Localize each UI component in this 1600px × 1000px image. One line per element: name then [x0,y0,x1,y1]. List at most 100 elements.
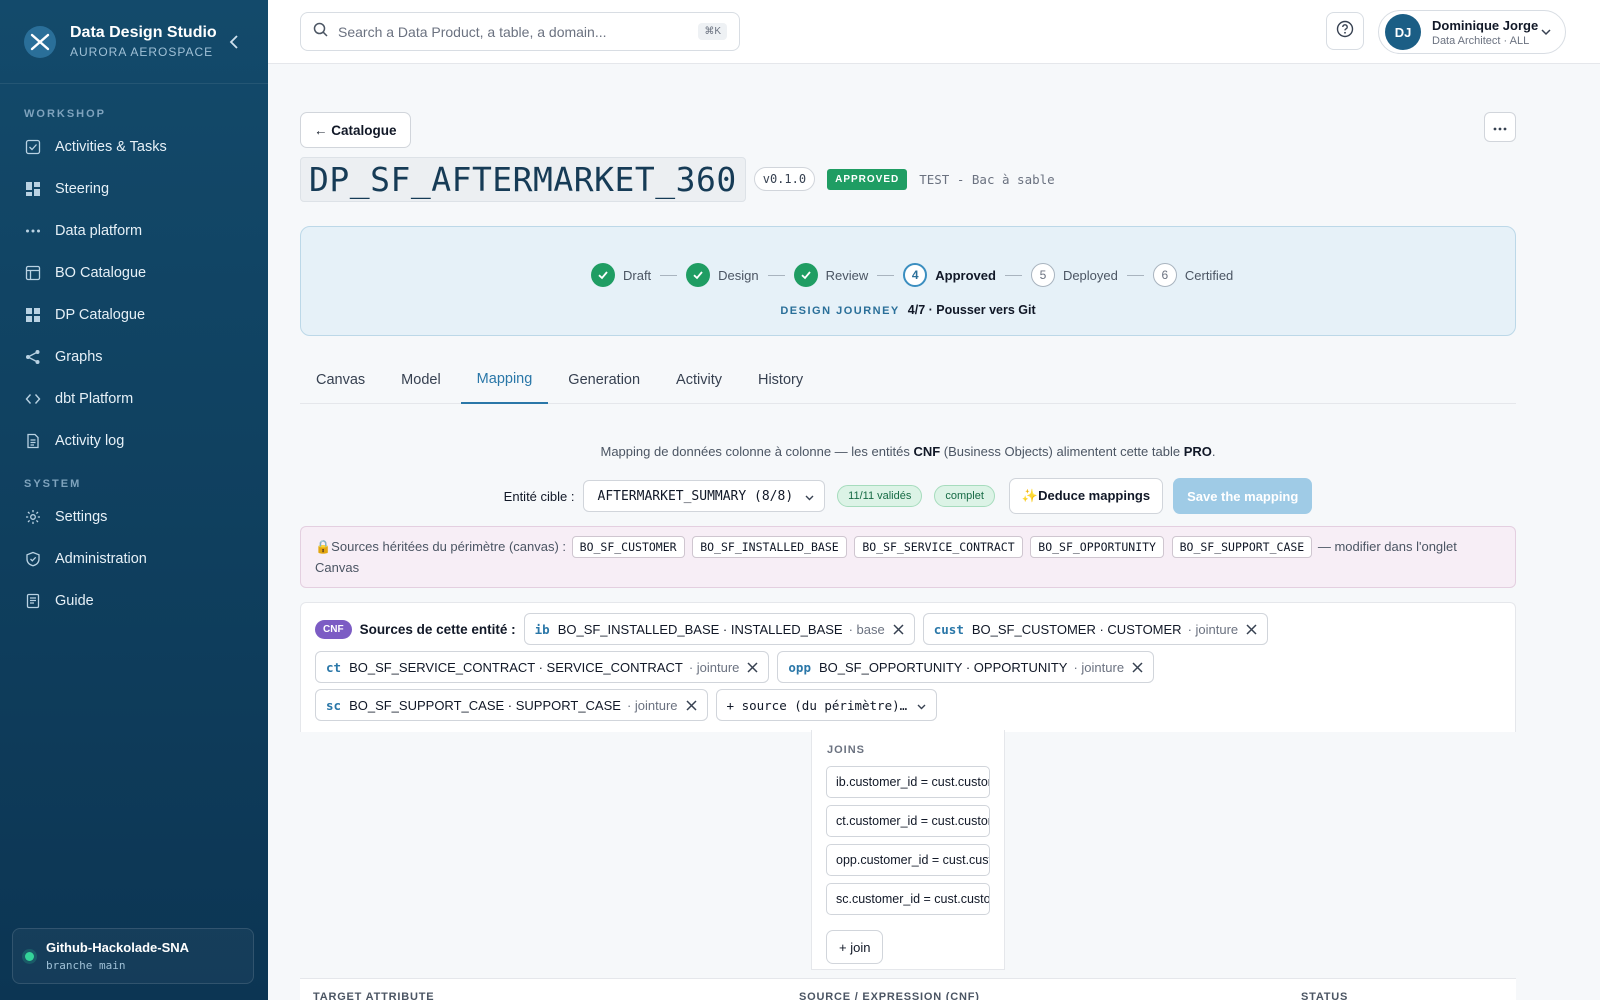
join-input[interactable]: opp.customer_id = cust.customer_id [826,844,990,876]
target-entity-select[interactable]: AFTERMARKET_SUMMARY (8/8) [582,480,826,512]
joins-panel: JOINS + join ib.customer_id = cust.custo… [811,730,1005,970]
shield-icon [24,550,42,568]
help-button[interactable] [1326,12,1364,50]
sidebar-item-label: dbt Platform [55,391,134,407]
share-icon [24,348,42,366]
tab-generation[interactable]: Generation [552,356,656,404]
source-chip-cust[interactable]: cust BO_SF_CUSTOMER · CUSTOMER · jointure [922,613,1269,645]
user-menu[interactable]: DJ Dominique Jorge Data Architect · ALL [1378,10,1566,54]
join-input[interactable]: ct.customer_id = cust.customer_id [826,805,990,837]
desc-cnf: CNF [913,444,941,459]
sidebar-item-label: BO Catalogue [55,265,147,281]
main-content: ← Catalogue DP_SF_AFTERMARKET_360 v0.1.0… [300,64,1516,1000]
sidebar-item-label: Administration [55,551,147,567]
sidebar-item-data-platform[interactable]: Data platform [0,210,268,252]
search-icon [313,22,328,42]
avatar: DJ [1385,14,1421,50]
more-icon [1493,118,1507,136]
sidebar-item-label: Guide [55,593,94,609]
journey-step-deployed: 5 Deployed [1030,263,1118,287]
search-placeholder: Search a Data Product, a table, a domain… [338,23,607,40]
add-source-select[interactable]: + source (du périmètre)… [715,689,938,721]
tab-model[interactable]: Model [385,356,457,404]
tab-history[interactable]: History [742,356,819,404]
journey-step-certified: 6 Certified [1152,263,1234,287]
sidebar-item-graphs[interactable]: Graphs [0,336,268,378]
remove-source-close-icon[interactable] [893,623,904,635]
step-label: Draft [623,267,652,283]
source-chip-opp[interactable]: opp BO_SF_OPPORTUNITY · OPPORTUNITY · join… [777,651,1155,683]
tab-canvas[interactable]: Canvas [300,356,381,404]
brand: Data Design Studio AURORA AEROSPACE [0,0,268,84]
remove-source-close-icon[interactable] [686,699,697,711]
source-relation: · jointure [626,697,678,713]
brand-logo-icon [24,25,56,58]
save-mapping-button[interactable]: Save the mapping [1173,478,1313,514]
sidebar-item-guide[interactable]: Guide [0,580,268,622]
source-name: BO_SF_SUPPORT_CASE · SUPPORT_CASE [349,697,621,713]
source-relation: · jointure [688,659,740,675]
sidebar-item-dp-catalogue[interactable]: DP Catalogue [0,294,268,336]
remove-source-close-icon[interactable] [747,661,758,673]
inherited-source-chip: BO_SF_OPPORTUNITY [1030,536,1164,558]
target-entity-row: Entité cible : AFTERMARKET_SUMMARY (8/8)… [300,478,1516,514]
chevron-down-icon [805,489,814,504]
search-shortcut: ⌘K [698,23,727,40]
sidebar-item-bo-catalogue[interactable]: BO Catalogue [0,252,268,294]
join-input[interactable]: ib.customer_id = cust.customer_id [826,766,990,798]
source-chip-ib[interactable]: ib BO_SF_INSTALLED_BASE · INSTALLED_BASE ·… [523,613,915,645]
search-input[interactable]: Search a Data Product, a table, a domain… [300,12,740,51]
sidebar-item-steering[interactable]: Steering [0,168,268,210]
step-label: Deployed [1062,267,1118,283]
sidebar-item-label: Activities & Tasks [55,139,167,155]
journey-step-draft: Draft [591,263,651,287]
source-relation: · jointure [1187,621,1239,637]
repo-name: Github-Hackolade-SNA [46,940,190,955]
source-name: BO_SF_OPPORTUNITY · OPPORTUNITY [818,659,1068,675]
step-label: Approved [935,267,996,283]
source-name: BO_SF_INSTALLED_BASE · INSTALLED_BASE [557,621,843,637]
tab-activity[interactable]: Activity [660,356,738,404]
step-label: Certified [1184,267,1234,283]
step-connector [1004,274,1022,276]
journey-step-approved: 4 Approved [903,263,996,287]
sidebar-nav: WORKSHOP Activities & Tasks Steering Data p… [0,108,268,622]
inherited-source-chip: BO_SF_INSTALLED_BASE [692,536,847,558]
source-chip-sc[interactable]: sc BO_SF_SUPPORT_CASE · SUPPORT_CASE · joi… [315,689,708,721]
sidebar-item-label: Steering [55,181,110,197]
step-number: 4 [903,263,928,287]
cnf-badge: CNF [315,619,352,639]
step-connector [877,274,895,276]
brand-title: Data Design Studio [70,24,217,41]
join-input[interactable]: sc.customer_id = cust.customer_id [826,883,990,915]
sidebar-item-administration[interactable]: Administration [0,538,268,580]
environment-label: TEST - Bac à sable [919,171,1055,187]
joins-title: JOINS [827,744,866,756]
document-icon [24,432,42,450]
collapse-sidebar-icon[interactable] [224,32,244,52]
source-alias: ib [534,621,550,637]
status-badge: APPROVED [827,168,908,190]
sidebar-item-activities-tasks[interactable]: Activities & Tasks [0,126,268,168]
back-to-catalogue-button[interactable]: ← Catalogue [300,112,411,148]
add-join-button[interactable]: + join [826,930,884,964]
source-chip-ct[interactable]: ct BO_SF_SERVICE_CONTRACT · SERVICE_CONTR… [315,651,770,683]
desc-pro: PRO [1183,444,1212,459]
step-number: 5 [1030,263,1055,287]
sidebar-item-label: Graphs [55,349,103,365]
sidebar: Data Design Studio AURORA AEROSPACE WORK… [0,0,268,1000]
repo-status[interactable]: Github-Hackolade-SNA branche main [12,928,254,984]
sources-label: Sources de cette entité : [359,621,516,637]
deduce-mappings-button[interactable]: ✨Deduce mappings [1008,478,1164,514]
source-alias: cust [933,621,964,637]
tab-mapping[interactable]: Mapping [460,356,549,404]
sidebar-item-activity-log[interactable]: Activity log [0,420,268,462]
repo-status-dot [25,951,34,961]
sidebar-item-label: Data platform [55,223,143,239]
more-options-button[interactable] [1484,112,1516,142]
sidebar-item-settings[interactable]: Settings [0,496,268,538]
remove-source-close-icon[interactable] [1132,661,1143,673]
dots-icon [24,222,42,240]
remove-source-close-icon[interactable] [1246,623,1257,635]
sidebar-item-dbt-platform[interactable]: dbt Platform [0,378,268,420]
